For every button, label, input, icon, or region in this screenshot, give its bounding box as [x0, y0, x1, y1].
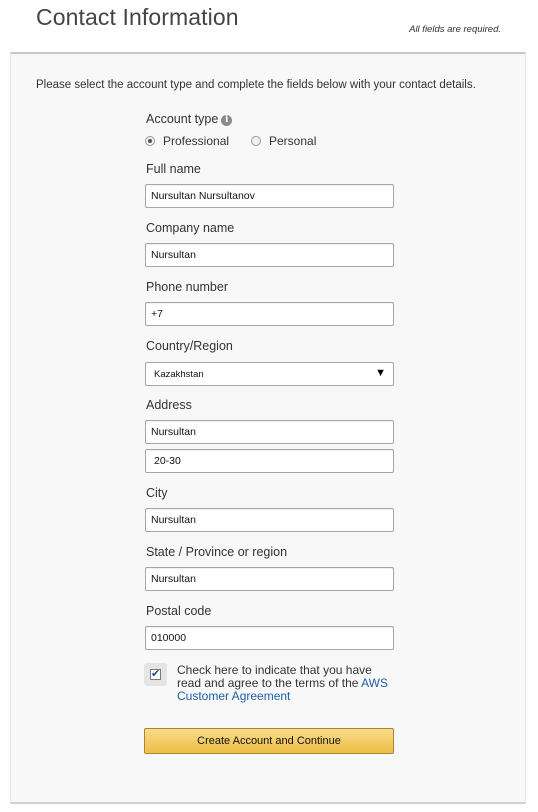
info-icon[interactable]: i: [221, 115, 233, 126]
account-type-label: Account type i: [146, 112, 233, 126]
postal-code-input[interactable]: 010000: [145, 626, 394, 650]
city-label: City: [146, 486, 168, 500]
account-type-label-text: Account type: [146, 112, 219, 126]
country-select-value[interactable]: Kazakhstan: [154, 369, 204, 380]
full-name-label: Full name: [146, 162, 201, 176]
intro-text: Please select the account type and compl…: [36, 79, 476, 91]
agreement-checkbox-wrap[interactable]: ✔: [144, 663, 167, 686]
caret-down-icon[interactable]: ▼: [375, 367, 386, 379]
radio-professional-label[interactable]: Professional: [163, 134, 229, 148]
address-line2-input[interactable]: 20-30: [145, 449, 394, 473]
state-input[interactable]: Nursultan: [145, 567, 394, 591]
radio-professional[interactable]: Professional: [145, 134, 229, 148]
radio-personal[interactable]: Personal: [251, 134, 316, 148]
radio-personal-label[interactable]: Personal: [269, 134, 316, 148]
company-name-label: Company name: [146, 221, 235, 235]
state-label: State / Province or region: [146, 545, 288, 559]
radio-professional-button[interactable]: [145, 136, 155, 146]
required-note: All fields are required.: [409, 24, 501, 35]
agreement-text-body: Check here to indicate that you have rea…: [177, 663, 372, 690]
company-name-input[interactable]: Nursultan: [145, 243, 394, 267]
agreement-text: Check here to indicate that you have rea…: [177, 664, 399, 703]
checkmark-icon: ✔: [151, 668, 161, 680]
create-account-button[interactable]: Create Account and Continue: [144, 728, 394, 754]
address-line1-input[interactable]: Nursultan: [145, 420, 394, 444]
postal-code-label: Postal code: [146, 604, 212, 618]
phone-number-input[interactable]: +7: [145, 302, 394, 326]
phone-number-label: Phone number: [146, 280, 229, 294]
page-title: Contact Information: [36, 4, 239, 30]
address-label: Address: [146, 398, 192, 412]
country-label: Country/Region: [146, 339, 233, 353]
full-name-input[interactable]: Nursultan Nursultanov: [145, 184, 394, 208]
radio-personal-button[interactable]: [251, 136, 261, 146]
agreement-checkbox[interactable]: ✔: [150, 668, 161, 680]
city-input[interactable]: Nursultan: [145, 508, 394, 532]
country-select[interactable]: Kazakhstan ▼: [145, 362, 394, 386]
